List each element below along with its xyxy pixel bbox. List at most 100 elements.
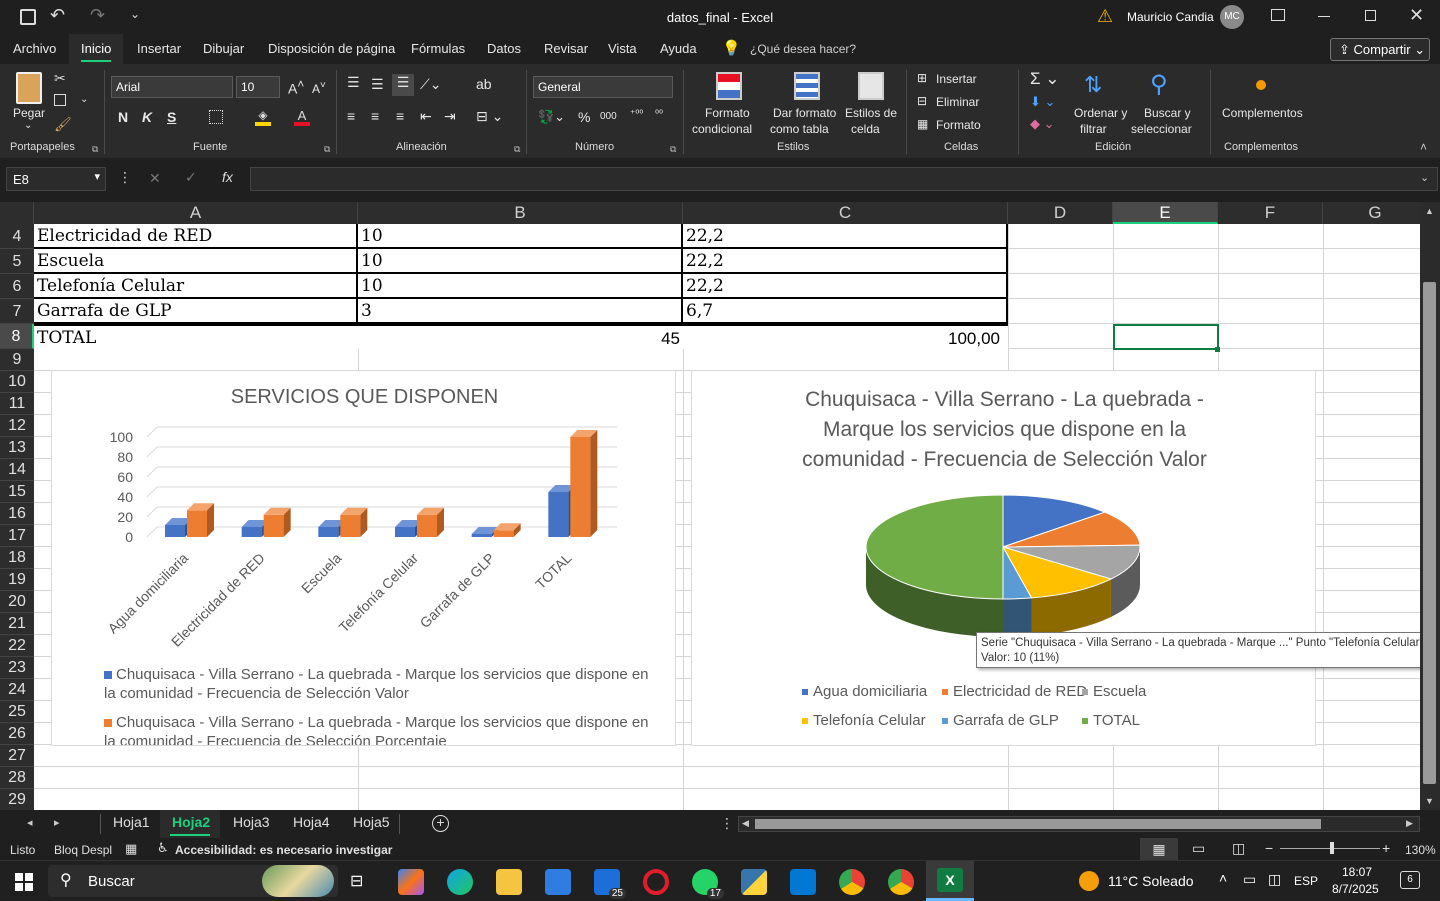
undo-icon[interactable]: ↶ [50,5,65,26]
worksheet-grid[interactable]: A B C D E F G 4 5 6 7 8 9 10 11 12 13 14 15 16 17 18 19… [0,202,1420,810]
save-icon[interactable] [20,9,36,25]
row-header[interactable]: 17 [0,525,34,547]
weather-text[interactable]: 11°C Soleado [1108,873,1194,889]
column-header-b[interactable]: B [358,202,683,224]
tab-splitter-icon[interactable]: ⋮ [720,815,734,832]
clear-icon[interactable]: ◆ ⌄ [1030,116,1055,132]
bar-legend-entry-1[interactable]: Chuquisaca - Villa Serrano - La quebrada… [104,665,664,703]
column-header-e[interactable]: E [1113,202,1218,224]
row-header[interactable]: 25 [0,701,34,723]
sheet-tab-hoja3[interactable]: Hoja3 [233,814,270,830]
delete-cells-icon[interactable]: ⊟ [917,94,927,108]
fill-handle[interactable] [1215,347,1220,352]
accounting-format-icon[interactable]: 💱⌄ [538,109,565,125]
normal-view-icon[interactable]: ▦ [1140,838,1178,860]
percent-icon[interactable]: % [578,109,590,125]
scroll-tabs-right-icon[interactable]: ▸ [54,816,60,829]
pie-legend-entry[interactable]: Telefonía Celular [802,712,926,729]
windows-start-icon[interactable] [15,873,33,891]
shrink-font-icon[interactable]: A˅ [312,80,326,96]
menu-datos[interactable]: Datos [487,41,521,56]
horizontal-scrollbar[interactable]: ◀ ▶ [738,816,1420,832]
table-cell[interactable]: 22,2 [683,274,1008,299]
column-header-c[interactable]: C [683,202,1008,224]
scroll-up-icon[interactable]: ▲ [1425,206,1434,216]
formula-input[interactable] [250,167,1438,191]
row-header[interactable]: 18 [0,547,34,569]
table-format-label-2[interactable]: como tabla [770,122,829,136]
column-header-g[interactable]: G [1323,202,1420,224]
row-header[interactable]: 11 [0,393,34,415]
addins-button[interactable]: Complementos [1222,106,1303,120]
sheet-tab-hoja4[interactable]: Hoja4 [293,814,330,830]
fill-icon[interactable]: ⬇ ⌄ [1030,94,1055,110]
notification-icon[interactable]: 6 [1400,871,1420,889]
close-icon[interactable]: ✕ [1409,5,1424,26]
zoom-in-icon[interactable]: + [1382,840,1390,856]
opera-icon[interactable] [643,869,669,895]
pie-legend-entry[interactable]: Agua domiciliaria [802,683,927,700]
insert-cells-button[interactable]: Insertar [936,72,977,86]
copilot-icon[interactable] [398,869,424,895]
alineacion-launcher-icon[interactable]: ⧉ [514,144,520,155]
scroll-left-icon[interactable]: ◀ [742,818,749,829]
chrome-profile-icon[interactable] [888,869,914,895]
align-right-icon[interactable]: ≡ [396,108,404,124]
table-format-label-1[interactable]: Dar formato [773,106,836,120]
format-painter-icon[interactable]: 🖌 [54,116,72,133]
sort-filter-label-2[interactable]: filtrar [1080,122,1107,136]
table-cell[interactable]: Electricidad de RED [34,224,358,249]
table-cell[interactable]: 10 [358,249,683,274]
zoom-level[interactable]: 130% [1405,843,1436,857]
excel-taskbar-active[interactable]: X [926,861,974,901]
paste-button-label[interactable]: Pegar [13,106,45,120]
horizontal-scroll-thumb[interactable] [755,819,1321,829]
font-color-icon[interactable]: A [294,108,310,126]
conditional-format-icon[interactable] [716,72,742,100]
borders-icon[interactable] [209,110,223,124]
row-header[interactable]: 15 [0,481,34,503]
align-bottom-icon[interactable]: ☰ [392,74,414,96]
insert-cells-icon[interactable]: ⊞ [917,71,927,85]
table-cell[interactable]: Garrafa de GLP [34,299,358,324]
row-header[interactable]: 7 [0,299,34,324]
table-cell[interactable]: 100,00 [683,324,1008,349]
share-button[interactable]: ⇪ Compartir ⌄ [1330,38,1430,61]
menu-disposicion[interactable]: Disposición de página [268,41,395,56]
task-view-icon[interactable]: ⊟ [350,871,363,891]
bar-chart-title[interactable]: SERVICIOS QUE DISPONEN [52,386,677,409]
vertical-scroll-thumb[interactable] [1423,282,1436,784]
avatar[interactable]: MC [1220,5,1244,29]
vertical-scrollbar[interactable]: ▲ ▼ [1420,202,1440,810]
python-icon[interactable] [741,869,767,895]
taskbar-search[interactable]: ⚲ Buscar [48,865,338,897]
zoom-out-icon[interactable]: − [1265,840,1273,856]
menu-inicio-tab[interactable]: Inicio [69,34,123,64]
sheet-tab-hoja2-active[interactable]: Hoja2 [160,810,220,838]
row-header[interactable]: 26 [0,723,34,745]
cancel-entry-icon[interactable]: ✕ [149,170,161,187]
camera-icon[interactable]: ◫ [1268,871,1281,888]
align-left-icon[interactable]: ≡ [347,108,355,124]
copy-icon[interactable] [54,94,66,106]
expand-formula-bar-icon[interactable]: ⌄ [1420,171,1429,184]
redo-icon[interactable]: ↷ [90,5,105,26]
find-select-icon[interactable]: ⚲ [1150,70,1168,99]
increase-indent-icon[interactable]: ⇥ [444,108,456,125]
underline-button[interactable]: S [167,109,176,125]
autosum-icon[interactable]: Σ ⌄ [1030,69,1059,89]
restore-icon[interactable] [1365,10,1376,21]
paste-icon[interactable] [16,72,42,104]
format-cells-button[interactable]: Formato [936,118,981,132]
cell-styles-label-2[interactable]: celda [851,122,880,136]
menu-dibujar[interactable]: Dibujar [203,41,244,56]
grow-font-icon[interactable]: A˄ [288,78,304,97]
font-size-select[interactable]: 10 [236,76,280,98]
table-cell[interactable]: 22,2 [683,224,1008,249]
fuente-launcher-icon[interactable]: ⧉ [324,144,330,155]
cell-styles-label-1[interactable]: Estilos de [845,106,897,120]
row-header[interactable]: 22 [0,635,34,657]
store-icon[interactable] [545,869,571,895]
scroll-tabs-left-icon[interactable]: ◂ [27,816,33,829]
table-cell[interactable]: 22,2 [683,249,1008,274]
